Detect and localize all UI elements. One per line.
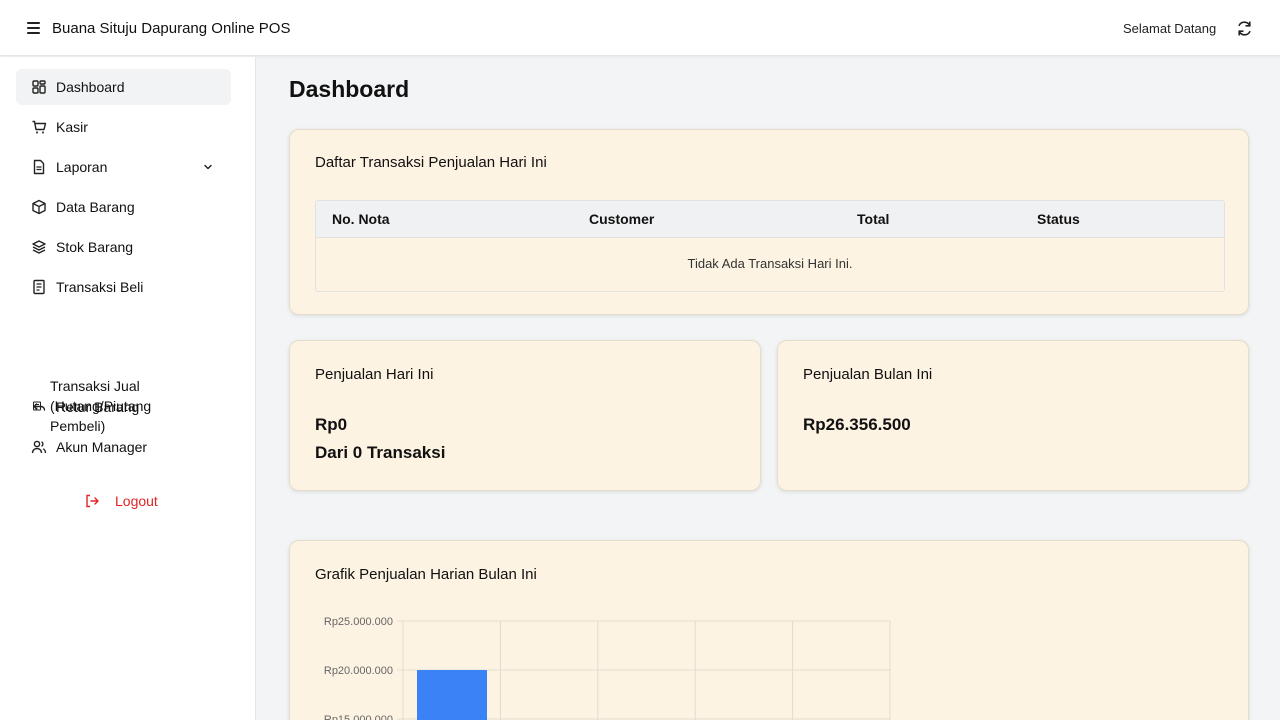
column-header: No. Nota — [332, 211, 390, 227]
transactions-card: Daftar Transaksi Penjualan Hari Ini No. … — [289, 129, 1249, 315]
sidebar-item-label: Dashboard — [56, 79, 125, 95]
today-sales-amount: Rp0 — [315, 415, 348, 434]
sidebar: Dashboard Kasir Laporan Data Barang Stok… — [0, 57, 256, 720]
layers-icon — [32, 240, 46, 254]
sidebar-item-stok-barang[interactable]: Stok Barang — [16, 229, 231, 265]
today-sales-title: Penjualan Hari Ini — [315, 366, 434, 383]
logout-button[interactable]: Logout — [84, 493, 158, 509]
undo-icon — [33, 403, 46, 411]
logout-label: Logout — [115, 493, 158, 509]
sidebar-item-retur-barang[interactable]: Retur Barang — [16, 389, 231, 425]
sidebar-item-laporan[interactable]: Laporan — [16, 149, 231, 185]
users-icon — [31, 440, 47, 454]
receipt-icon — [33, 279, 45, 295]
sidebar-item-transaksi-beli[interactable]: Transaksi Beli — [16, 269, 231, 305]
sidebar-item-label: Retur Barang — [56, 399, 140, 415]
logout-icon — [86, 494, 99, 508]
column-header: Total — [857, 211, 890, 227]
chart-card: Grafik Penjualan Harian Bulan Ini Rp25.0… — [289, 540, 1249, 720]
sidebar-item-kasir[interactable]: Kasir — [16, 109, 231, 145]
chart-bar — [417, 670, 487, 720]
sidebar-item-label: Kasir — [56, 119, 88, 135]
table-header: No. Nota Customer Total Status — [316, 201, 1224, 238]
column-header: Status — [1037, 211, 1080, 227]
sidebar-item-label: Data Barang — [56, 199, 135, 215]
hamburger-icon[interactable] — [27, 22, 40, 34]
empty-message: Tidak Ada Transaksi Hari Ini. — [687, 256, 853, 271]
daily-sales-chart: Rp25.000.000 Rp20.000.000 Rp15.000.000 — [324, 616, 891, 720]
top-bar: Buana Situju Dapurang Online POS Selamat… — [0, 0, 1280, 56]
month-sales-card: Penjualan Bulan Ini Rp26.356.500 — [777, 340, 1249, 491]
month-sales-title: Penjualan Bulan Ini — [803, 366, 933, 383]
column-header: Customer — [589, 211, 655, 227]
y-tick-label: Rp15.000.000 — [324, 714, 393, 720]
y-tick-label: Rp20.000.000 — [324, 665, 393, 677]
app-title: Buana Situju Dapurang Online POS — [52, 20, 291, 37]
sidebar-item-label: Akun Manager — [56, 439, 148, 455]
dashboard-icon — [32, 80, 46, 94]
transactions-table: No. Nota Customer Total Status Tidak Ada… — [315, 200, 1225, 292]
refresh-icon[interactable] — [1236, 20, 1253, 37]
welcome-text: Selamat Datang — [1123, 21, 1217, 36]
cart-icon — [32, 120, 47, 134]
sidebar-item-label: Transaksi Beli — [56, 279, 144, 295]
sidebar-item-label: Laporan — [56, 159, 108, 175]
sidebar-item-dashboard[interactable]: Dashboard — [16, 69, 231, 105]
box-icon — [32, 199, 46, 215]
month-sales-amount: Rp26.356.500 — [803, 415, 911, 434]
y-tick-label: Rp25.000.000 — [324, 616, 393, 628]
page-title: Dashboard — [289, 76, 410, 102]
sidebar-item-akun-manager[interactable]: Akun Manager — [16, 429, 231, 465]
sidebar-item-data-barang[interactable]: Data Barang — [16, 189, 231, 225]
today-sales-count: Dari 0 Transaksi — [315, 443, 446, 462]
document-icon — [33, 159, 45, 175]
today-sales-card: Penjualan Hari Ini Rp0 Dari 0 Transaksi — [289, 340, 761, 491]
transactions-title: Daftar Transaksi Penjualan Hari Ini — [315, 154, 547, 171]
sidebar-item-label: Stok Barang — [56, 239, 134, 255]
chevron-down-icon[interactable] — [203, 162, 213, 172]
